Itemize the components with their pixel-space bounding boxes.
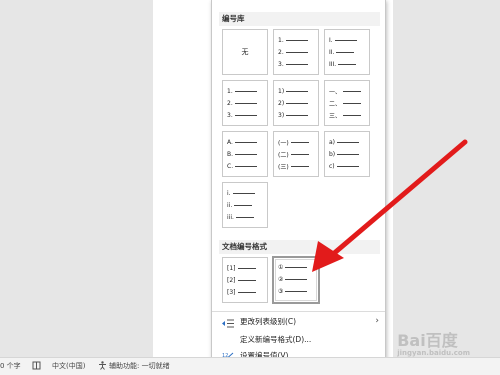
watermark-text: Bai百度 (397, 331, 458, 350)
format-marker: 1. (227, 88, 233, 95)
accessibility-icon (99, 361, 106, 370)
format-marker: C. (227, 163, 234, 170)
format-marker: A. (227, 139, 233, 146)
format-marker: (三) (278, 164, 289, 171)
baidu-watermark: Bai百度 jingyan.baidu.com (397, 327, 470, 357)
numbering-format-roman-upper[interactable]: I. II. III. (324, 29, 370, 75)
numbering-format-decimal-dot-2[interactable]: 1. 2. 3. (222, 80, 268, 126)
proofing-icon[interactable] (32, 358, 43, 375)
numbering-format-alpha-lower[interactable]: a) b) c) (324, 131, 370, 177)
format-marker: ③ (278, 288, 284, 295)
none-label: 无 (241, 48, 249, 56)
submenu-chevron-icon: › (375, 316, 379, 326)
define-new-format-item[interactable]: 定义新编号格式(D)... (212, 331, 385, 348)
format-marker: 二、 (329, 101, 342, 108)
numbering-library-heading: 编号库 (219, 12, 380, 26)
format-marker: 一、 (329, 89, 342, 96)
accessibility-status[interactable]: 辅助功能: 一切就绪 (98, 358, 170, 375)
status-bar: 0 个字 中文(中国) 辅助功能: 一切就绪 (0, 357, 500, 375)
format-marker: 2. (227, 100, 233, 107)
format-marker: ① (278, 264, 284, 271)
format-marker: 2. (278, 49, 284, 56)
word-count[interactable]: 0 个字 (0, 358, 21, 375)
watermark-subtext: jingyan.baidu.com (397, 349, 470, 357)
change-list-level-item[interactable]: 更改列表级别(C) › (212, 313, 385, 330)
accessibility-label: 辅助功能: 一切就绪 (109, 362, 170, 370)
numbering-format-bracket[interactable]: [1] [2] [3] (222, 257, 268, 303)
numbering-format-circled[interactable]: ① ② ③ (272, 256, 320, 304)
numbering-format-none[interactable]: 无 (222, 29, 268, 75)
format-marker: c) (329, 163, 335, 170)
numbering-format-alpha-upper[interactable]: A. B. C. (222, 131, 268, 177)
format-marker: 3. (227, 112, 233, 119)
define-new-format-label: 定义新编号格式(D)... (240, 335, 312, 344)
format-marker: I. (329, 37, 333, 44)
format-marker: b) (329, 151, 336, 158)
numbering-format-decimal-dot[interactable]: 1. 2. 3. (273, 29, 319, 75)
format-marker: 三、 (329, 113, 342, 120)
format-marker: (一) (278, 140, 289, 147)
format-marker: [3] (227, 289, 236, 296)
format-marker: III. (329, 61, 337, 68)
numbering-format-decimal-paren[interactable]: 1) 2) 3) (273, 80, 319, 126)
format-marker: ii. (227, 202, 233, 209)
format-marker: ② (278, 276, 284, 283)
format-marker: 3. (278, 61, 284, 68)
format-marker: [1] (227, 265, 236, 272)
change-list-level-label: 更改列表级别(C) (240, 317, 297, 326)
format-marker: i. (227, 190, 231, 197)
format-marker: 1) (278, 88, 285, 95)
format-marker: (二) (278, 152, 289, 159)
format-marker: 2) (278, 100, 285, 107)
format-marker: 3) (278, 112, 285, 119)
format-marker: B. (227, 151, 234, 158)
format-marker: II. (329, 49, 335, 56)
format-marker: 1. (278, 37, 284, 44)
numbering-format-chinese-paren[interactable]: (一) (二) (三) (273, 131, 319, 177)
numbering-dropdown-menu: 编号库 无 1. 2. 3. I. II. III. 1. 2. 3. 1) 2… (211, 0, 386, 362)
format-marker: a) (329, 139, 336, 146)
numbering-format-chinese[interactable]: 一、 二、 三、 (324, 80, 370, 126)
numbering-format-roman-lower[interactable]: i. ii. iii. (222, 182, 268, 228)
menu-divider (212, 311, 385, 312)
format-marker: [2] (227, 277, 236, 284)
document-formats-heading: 文档编号格式 (219, 240, 380, 254)
language-indicator[interactable]: 中文(中国) (52, 358, 85, 375)
format-marker: iii. (227, 214, 234, 221)
